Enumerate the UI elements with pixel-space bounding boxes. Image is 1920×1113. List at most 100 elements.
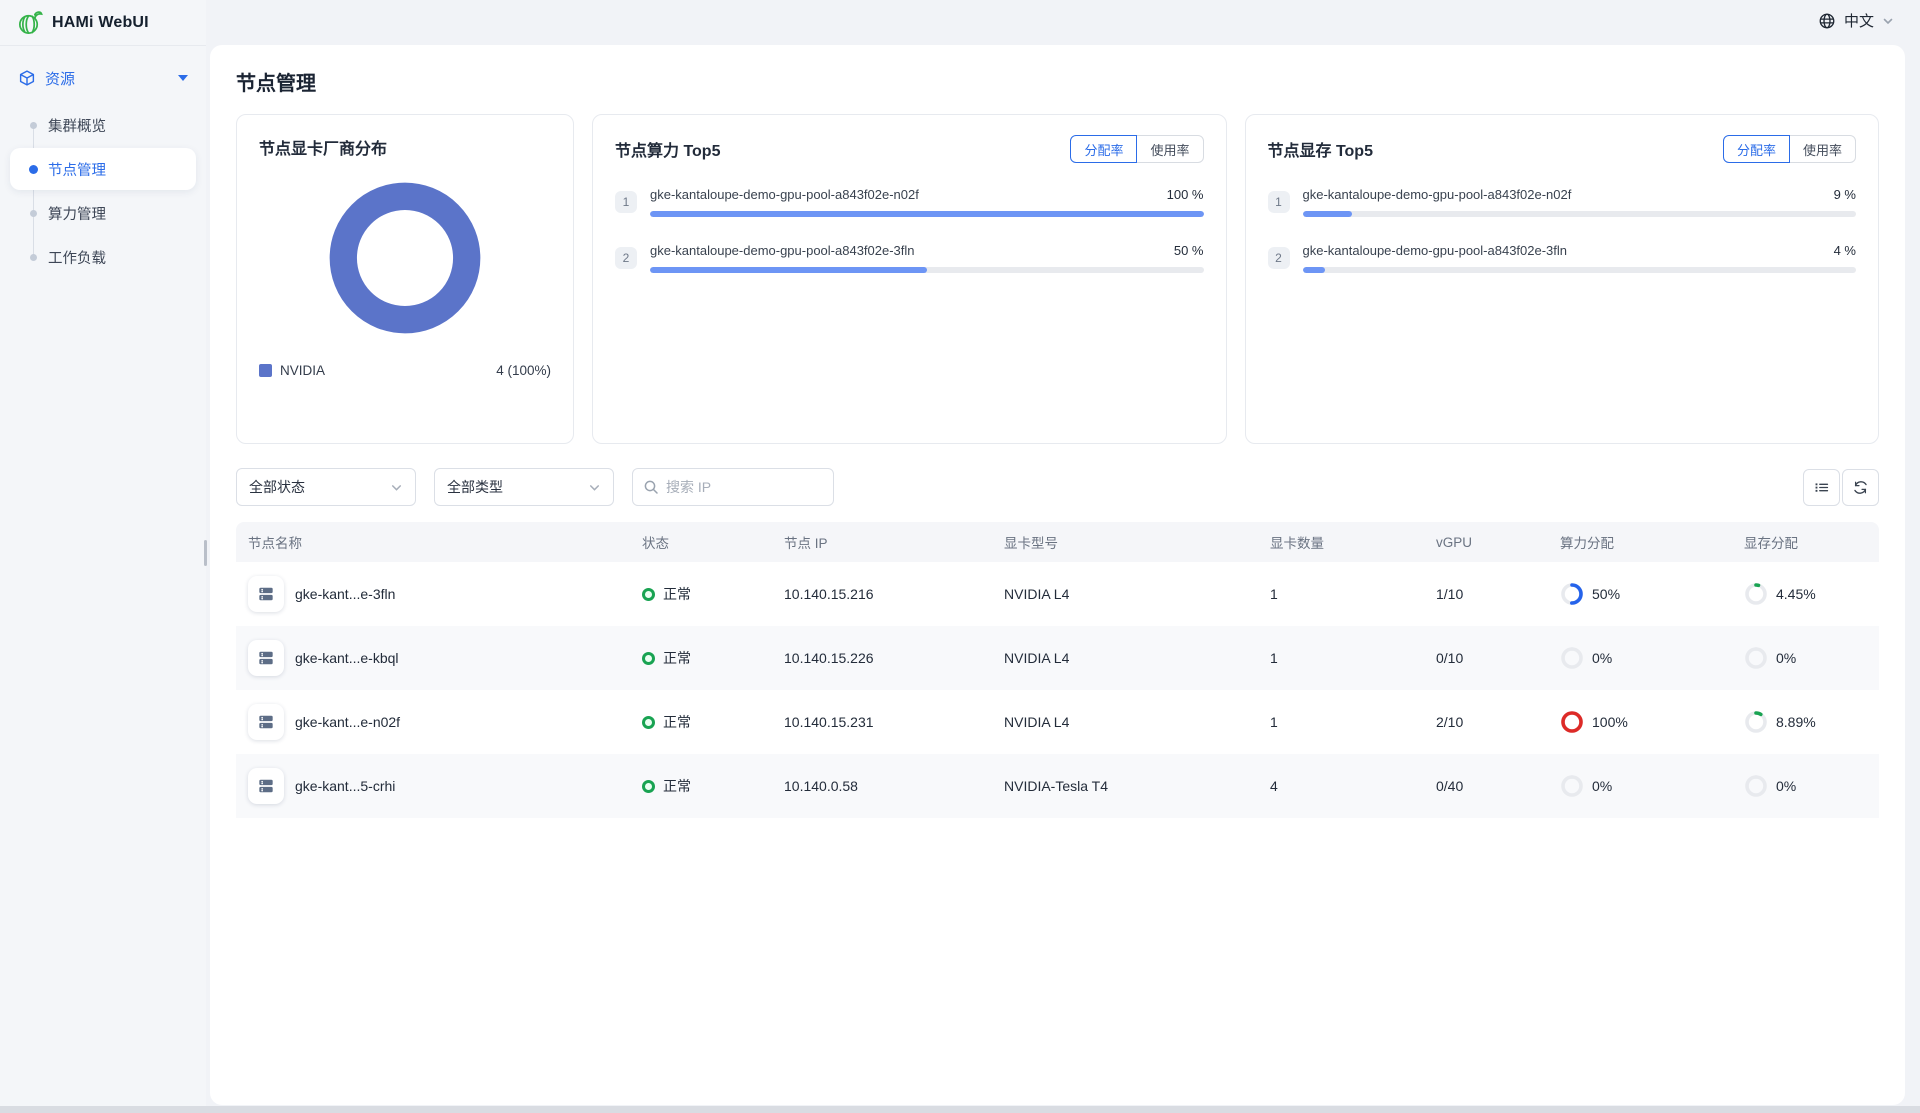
- card-title: 节点显卡厂商分布: [259, 135, 551, 159]
- column-header: 显存分配: [1732, 532, 1879, 552]
- app-logo-row: HAMi WebUI: [0, 0, 206, 46]
- sidebar-item-workload[interactable]: 工作负载: [10, 236, 196, 278]
- compute-top5-list: 1 gke-kantaloupe-demo-gpu-pool-a843f02e-…: [615, 187, 1204, 273]
- gauge-value: 0%: [1592, 778, 1612, 794]
- gauge-value: 0%: [1592, 650, 1612, 666]
- status-ok-icon: [642, 588, 655, 601]
- list-item: 1 gke-kantaloupe-demo-gpu-pool-a843f02e-…: [615, 187, 1204, 217]
- gauge-value: 0%: [1776, 650, 1796, 666]
- cube-icon: [18, 69, 36, 87]
- rank-badge: 2: [615, 247, 637, 269]
- percent-value: 50 %: [1174, 243, 1204, 258]
- alloc-rate-tab[interactable]: 分配率: [1070, 135, 1137, 163]
- node-name: gke-kantaloupe-demo-gpu-pool-a843f02e-3f…: [1303, 243, 1568, 258]
- table-row[interactable]: gke-kant...e-n02f 正常 10.140.15.231 NVIDI…: [236, 690, 1879, 754]
- sidebar: HAMi WebUI 资源 集群概览 节点管理 算力管理 工作负载: [0, 0, 206, 1113]
- percent-value: 100 %: [1167, 187, 1204, 202]
- status-label: 正常: [663, 648, 691, 668]
- usage-rate-tab[interactable]: 使用率: [1789, 135, 1856, 163]
- sidebar-item-compute-management[interactable]: 算力管理: [10, 192, 196, 234]
- gpu-model: NVIDIA L4: [992, 650, 1258, 666]
- page-title: 节点管理: [236, 67, 1879, 96]
- filter-bar: 全部状态 全部类型: [236, 468, 1879, 506]
- column-settings-button[interactable]: [1803, 469, 1840, 506]
- usage-rate-tab[interactable]: 使用率: [1136, 135, 1203, 163]
- legend-swatch-icon: [259, 364, 272, 377]
- column-header: 显卡型号: [992, 532, 1258, 552]
- rank-badge: 2: [1268, 247, 1290, 269]
- compute-allocation-gauge: 0%: [1548, 774, 1732, 798]
- status-label: 正常: [663, 584, 691, 604]
- caret-down-icon: [178, 75, 188, 81]
- language-label: 中文: [1844, 10, 1874, 31]
- table-row[interactable]: gke-kant...5-crhi 正常 10.140.0.58 NVIDIA-…: [236, 754, 1879, 818]
- rank-badge: 1: [1268, 191, 1290, 213]
- main-content: 节点管理 节点显卡厂商分布 NVIDIA 4 (100%) 节点算力 Top5 …: [210, 45, 1905, 1105]
- type-filter-value: 全部类型: [447, 477, 503, 497]
- percent-value: 4 %: [1834, 243, 1856, 258]
- horizontal-scrollbar[interactable]: [0, 1106, 1920, 1113]
- table-row[interactable]: gke-kant...e-kbql 正常 10.140.15.226 NVIDI…: [236, 626, 1879, 690]
- legend-label: NVIDIA: [280, 363, 325, 378]
- node-name: gke-kant...e-3fln: [295, 586, 395, 602]
- compute-allocation-gauge: 0%: [1548, 646, 1732, 670]
- gpu-count: 1: [1258, 586, 1424, 602]
- server-icon: [248, 640, 284, 676]
- sidebar-group-resources[interactable]: 资源: [0, 58, 206, 98]
- column-header: 算力分配: [1548, 532, 1732, 552]
- sidebar-group-label: 资源: [45, 68, 75, 89]
- hami-logo-icon: [16, 9, 43, 36]
- gauge-value: 4.45%: [1776, 586, 1816, 602]
- memory-allocation-gauge: 8.89%: [1732, 710, 1879, 734]
- alloc-rate-tab[interactable]: 分配率: [1723, 135, 1790, 163]
- percent-value: 9 %: [1834, 187, 1856, 202]
- timeline-dot-icon: [30, 122, 37, 129]
- node-name: gke-kantaloupe-demo-gpu-pool-a843f02e-n0…: [1303, 187, 1572, 202]
- node-name: gke-kant...e-n02f: [295, 714, 400, 730]
- progress-bar: [650, 267, 1204, 273]
- search-input[interactable]: [666, 479, 823, 495]
- chevron-down-icon: [390, 481, 403, 494]
- search-icon: [643, 479, 659, 495]
- list-item: 2 gke-kantaloupe-demo-gpu-pool-a843f02e-…: [615, 243, 1204, 273]
- search-box: [632, 468, 834, 506]
- card-title: 节点算力 Top5: [615, 137, 720, 161]
- progress-bar: [1303, 267, 1857, 273]
- memory-allocation-gauge: 0%: [1732, 646, 1879, 670]
- chevron-down-icon: [1882, 15, 1894, 27]
- progress-bar: [1303, 211, 1857, 217]
- list-item: 2 gke-kantaloupe-demo-gpu-pool-a843f02e-…: [1268, 243, 1857, 273]
- timeline-dot-icon: [30, 210, 37, 217]
- server-icon: [248, 768, 284, 804]
- vendor-distribution-card: 节点显卡厂商分布 NVIDIA 4 (100%): [236, 114, 574, 444]
- language-selector[interactable]: 中文: [1818, 10, 1894, 31]
- node-ip: 10.140.15.216: [772, 586, 992, 602]
- table-row[interactable]: gke-kant...e-3fln 正常 10.140.15.216 NVIDI…: [236, 562, 1879, 626]
- memory-allocation-gauge: 4.45%: [1732, 582, 1879, 606]
- status-ok-icon: [642, 652, 655, 665]
- sidebar-item-label: 节点管理: [48, 159, 106, 180]
- memory-rate-toggle: 分配率 使用率: [1723, 135, 1856, 163]
- column-header: 状态: [630, 532, 772, 552]
- gauge-value: 50%: [1592, 586, 1620, 602]
- refresh-button[interactable]: [1842, 469, 1879, 506]
- status-ok-icon: [642, 716, 655, 729]
- compute-allocation-gauge: 50%: [1548, 582, 1732, 606]
- column-header: 节点名称: [236, 532, 630, 552]
- node-name: gke-kantaloupe-demo-gpu-pool-a843f02e-3f…: [650, 243, 915, 258]
- type-filter-select[interactable]: 全部类型: [434, 468, 614, 506]
- gauge-value: 0%: [1776, 778, 1796, 794]
- vgpu-value: 0/40: [1424, 778, 1548, 794]
- gpu-model: NVIDIA L4: [992, 714, 1258, 730]
- timeline-dot-icon: [30, 254, 37, 261]
- list-item: 1 gke-kantaloupe-demo-gpu-pool-a843f02e-…: [1268, 187, 1857, 217]
- sidebar-collapse-handle[interactable]: [204, 540, 207, 566]
- progress-bar: [650, 211, 1204, 217]
- sidebar-item-label: 算力管理: [48, 203, 106, 224]
- status-filter-select[interactable]: 全部状态: [236, 468, 416, 506]
- sidebar-item-node-management[interactable]: 节点管理: [10, 148, 196, 190]
- gpu-count: 1: [1258, 650, 1424, 666]
- gpu-model: NVIDIA L4: [992, 586, 1258, 602]
- sidebar-item-cluster-overview[interactable]: 集群概览: [10, 104, 196, 146]
- memory-allocation-gauge: 0%: [1732, 774, 1879, 798]
